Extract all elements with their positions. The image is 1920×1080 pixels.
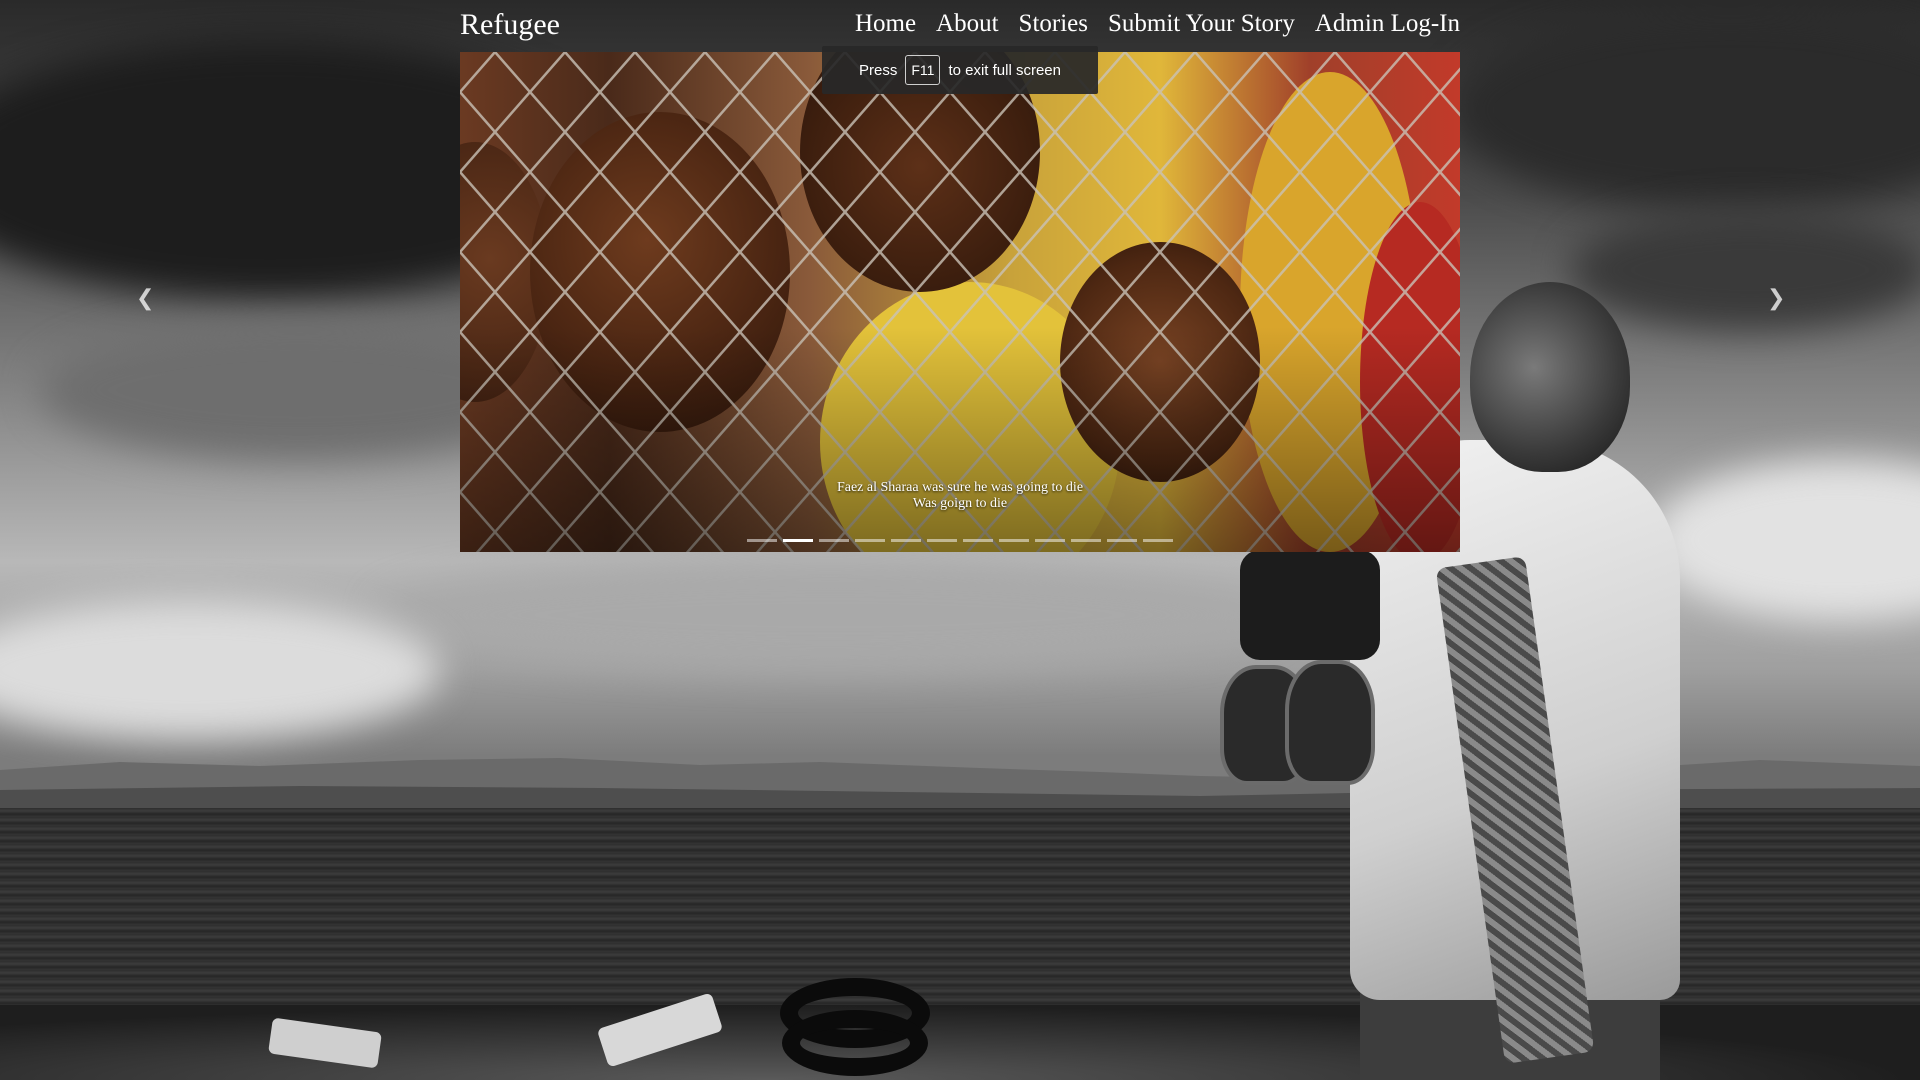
carousel-indicator[interactable] <box>1035 539 1065 542</box>
carousel-slide-image <box>460 52 1460 552</box>
slide-shade <box>460 52 1460 552</box>
carousel-indicator[interactable] <box>1107 539 1137 542</box>
nav-submit-story[interactable]: Submit Your Story <box>1108 10 1295 38</box>
story-carousel[interactable]: Faez al Sharaa was sure he was going to … <box>460 52 1460 552</box>
cloud <box>1450 10 1920 210</box>
main-nav: Home About Stories Submit Your Story Adm… <box>855 10 1460 38</box>
nav-about[interactable]: About <box>936 10 999 38</box>
carousel-indicator[interactable] <box>891 539 921 542</box>
toast-prefix: Press <box>859 61 898 79</box>
fullscreen-toast: Press F11 to exit full screen <box>822 46 1098 94</box>
carousel-indicator[interactable] <box>783 539 813 542</box>
toast-key: F11 <box>905 55 941 85</box>
nav-home[interactable]: Home <box>855 10 916 38</box>
caption-line: Was goign to die <box>912 496 1008 511</box>
carousel-indicator[interactable] <box>963 539 993 542</box>
chevron-right-icon[interactable]: ❯ <box>1767 286 1785 311</box>
carousel-indicator[interactable] <box>1071 539 1101 542</box>
carousel-indicator[interactable] <box>999 539 1029 542</box>
carousel-indicator[interactable] <box>855 539 885 542</box>
carousel-caption: Faez al Sharaa was sure he was going to … <box>460 480 1460 512</box>
inner-tube <box>782 1010 928 1076</box>
nav-stories[interactable]: Stories <box>1019 10 1088 38</box>
caption-line: Faez al Sharaa was sure he was going to … <box>836 480 1084 495</box>
man-head <box>1470 282 1630 472</box>
cloud <box>0 600 440 740</box>
toast-suffix: to exit full screen <box>948 61 1061 79</box>
carousel-indicator[interactable] <box>927 539 957 542</box>
carousel-indicator[interactable] <box>747 539 777 542</box>
cloud <box>1570 210 1920 330</box>
child-legs <box>1240 550 1380 660</box>
cloud <box>1650 460 1920 620</box>
child-boot <box>1285 660 1375 785</box>
cloud <box>380 560 1280 670</box>
carousel-indicators <box>460 539 1460 542</box>
carousel-indicator[interactable] <box>1143 539 1173 542</box>
carousel-indicator[interactable] <box>819 539 849 542</box>
brand-logo[interactable]: Refugee <box>460 8 560 42</box>
nav-admin-login[interactable]: Admin Log-In <box>1315 10 1460 38</box>
chevron-left-icon[interactable]: ❮ <box>136 286 154 311</box>
